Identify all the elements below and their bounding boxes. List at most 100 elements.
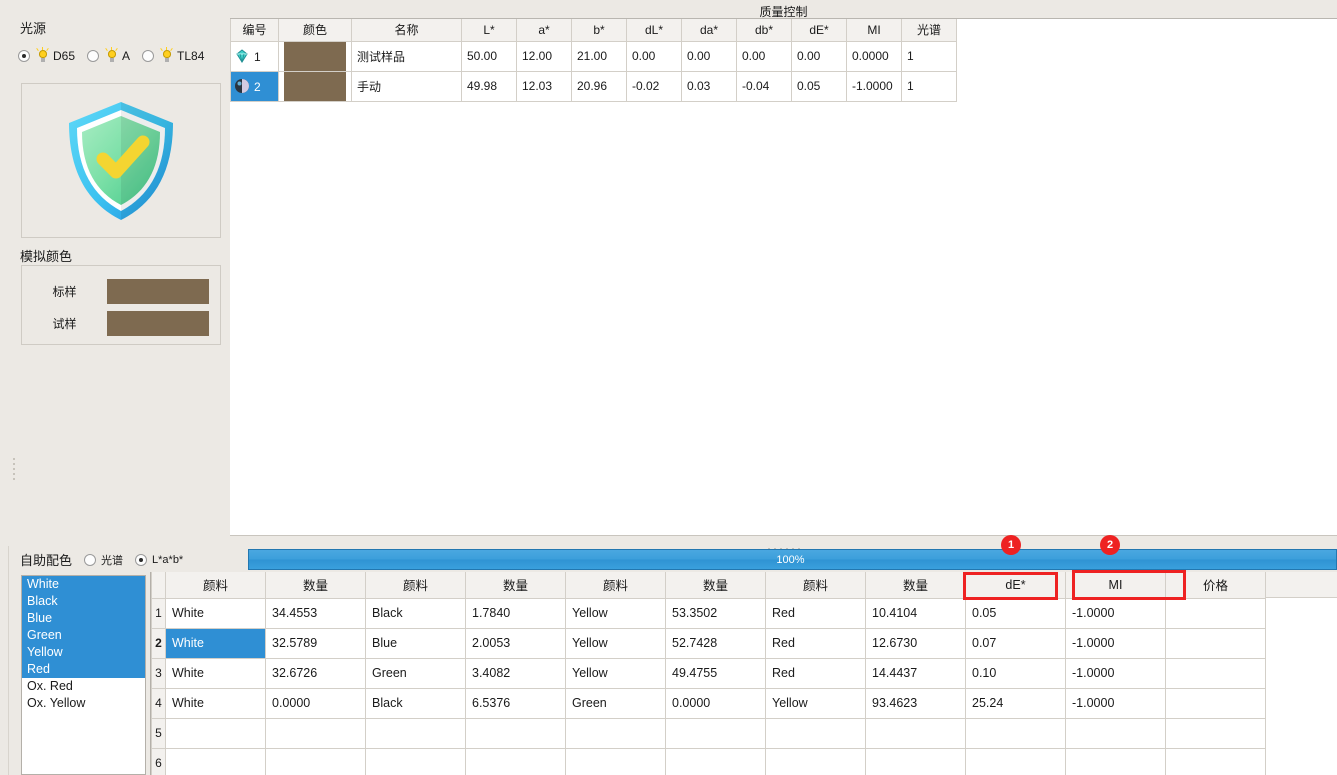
colorant-list-item[interactable]: Black — [22, 593, 145, 610]
formula-cell[interactable]: -1.0000 — [1066, 658, 1166, 688]
formula-cell[interactable]: 2.0053 — [466, 628, 566, 658]
qc-db-cell[interactable]: -0.04 — [737, 71, 792, 101]
formula-cell[interactable] — [266, 718, 366, 748]
formula-cell[interactable]: 1.7840 — [466, 598, 566, 628]
formula-cell[interactable] — [566, 748, 666, 775]
formula-cell[interactable]: Black — [366, 598, 466, 628]
formula-cell[interactable]: Yellow — [766, 688, 866, 718]
formula-cell[interactable]: 53.3502 — [666, 598, 766, 628]
formula-cell[interactable]: 25.24 — [966, 688, 1066, 718]
formula-column-header[interactable]: 数量 — [466, 572, 566, 598]
formula-cell[interactable] — [666, 718, 766, 748]
formula-cell[interactable]: 14.4437 — [866, 658, 966, 688]
formula-cell[interactable]: 32.6726 — [266, 658, 366, 688]
qc-da-cell[interactable]: 0.03 — [682, 71, 737, 101]
illuminant-option-tl84[interactable]: TL84 — [142, 48, 204, 64]
formula-cell[interactable] — [266, 748, 366, 775]
qc-a-cell[interactable]: 12.00 — [517, 41, 572, 71]
formula-cell[interactable]: 10.4104 — [866, 598, 966, 628]
qc-name-cell[interactable]: 手动 — [352, 71, 462, 101]
formula-cell[interactable]: White — [166, 628, 266, 658]
formula-cell[interactable]: Red — [766, 628, 866, 658]
formula-row-number[interactable]: 4 — [152, 688, 166, 718]
formula-row-number[interactable]: 2 — [152, 628, 166, 658]
formula-cell[interactable] — [766, 748, 866, 775]
qc-name-cell[interactable]: 测试样品 — [352, 41, 462, 71]
qc-column-header[interactable]: dE* — [792, 19, 847, 41]
qc-b-cell[interactable]: 21.00 — [572, 41, 627, 71]
formula-cell[interactable]: Yellow — [566, 658, 666, 688]
formula-column-header[interactable]: 颜料 — [366, 572, 466, 598]
colorant-list-item[interactable]: Yellow — [22, 644, 145, 661]
formula-row-number[interactable]: 5 — [152, 718, 166, 748]
qc-column-header[interactable]: db* — [737, 19, 792, 41]
colorant-list-item[interactable]: Green — [22, 627, 145, 644]
qc-column-header[interactable]: a* — [517, 19, 572, 41]
formula-cell[interactable]: 34.4553 — [266, 598, 366, 628]
qc-L-cell[interactable]: 49.98 — [462, 71, 517, 101]
formula-column-header[interactable]: 颜料 — [166, 572, 266, 598]
formula-cell[interactable] — [966, 718, 1066, 748]
formula-row-number[interactable]: 1 — [152, 598, 166, 628]
table-row[interactable]: 2手动49.9812.0320.96-0.020.03-0.040.05-1.0… — [231, 71, 957, 101]
formula-cell[interactable] — [866, 718, 966, 748]
formula-cell[interactable]: 0.0000 — [266, 688, 366, 718]
formula-cell[interactable] — [1166, 628, 1266, 658]
qc-column-header[interactable]: 颜色 — [279, 19, 352, 41]
formula-column-header[interactable]: 数量 — [266, 572, 366, 598]
formula-cell[interactable]: 12.6730 — [866, 628, 966, 658]
formula-cell[interactable] — [1166, 748, 1266, 775]
formula-column-header[interactable]: 价格 — [1166, 572, 1266, 598]
formula-cell[interactable] — [566, 718, 666, 748]
colorant-list-item[interactable]: Red — [22, 661, 145, 678]
formula-cell[interactable]: -1.0000 — [1066, 598, 1166, 628]
formula-cell[interactable]: -1.0000 — [1066, 628, 1166, 658]
formula-cell[interactable] — [166, 718, 266, 748]
qc-column-header[interactable]: b* — [572, 19, 627, 41]
qc-spectrum-cell[interactable]: 1 — [902, 41, 957, 71]
formula-cell[interactable]: White — [166, 598, 266, 628]
formula-cell[interactable] — [466, 718, 566, 748]
formula-cell[interactable]: 49.4755 — [666, 658, 766, 688]
horizontal-splitter-handle[interactable] — [230, 535, 1337, 549]
colorant-list-item[interactable]: Ox. Red — [22, 678, 145, 695]
colorant-list-item[interactable]: Ox. Yellow — [22, 695, 145, 712]
radio-indicator[interactable] — [142, 50, 154, 62]
qc-row-index-cell[interactable]: 1 — [231, 41, 279, 71]
formula-cell[interactable]: White — [166, 688, 266, 718]
qc-MI-cell[interactable]: 0.0000 — [847, 41, 902, 71]
table-row[interactable]: 5 — [152, 718, 1266, 748]
formula-column-header[interactable]: dE* — [966, 572, 1066, 598]
table-row[interactable]: 1White34.4553Black1.7840Yellow53.3502Red… — [152, 598, 1266, 628]
qc-L-cell[interactable]: 50.00 — [462, 41, 517, 71]
formula-cell[interactable]: Red — [766, 598, 866, 628]
formula-cell[interactable] — [366, 718, 466, 748]
formula-cell[interactable] — [1066, 748, 1166, 775]
formula-table[interactable]: 颜料数量颜料数量颜料数量颜料数量dE*MI价格 1White34.4553Bla… — [151, 572, 1266, 775]
formula-cell[interactable] — [166, 748, 266, 775]
qc-column-header[interactable]: 名称 — [352, 19, 462, 41]
qc-column-header[interactable]: 编号 — [231, 19, 279, 41]
qc-spectrum-cell[interactable]: 1 — [902, 71, 957, 101]
formula-column-header[interactable]: MI — [1066, 572, 1166, 598]
illuminant-option-a[interactable]: A — [87, 48, 130, 64]
qc-column-header[interactable]: L* — [462, 19, 517, 41]
formula-cell[interactable] — [366, 748, 466, 775]
formula-cell[interactable]: Blue — [366, 628, 466, 658]
formula-cell[interactable] — [1166, 688, 1266, 718]
formula-cell[interactable]: Red — [766, 658, 866, 688]
qc-column-header[interactable]: MI — [847, 19, 902, 41]
radio-indicator[interactable] — [84, 554, 96, 566]
formula-cell[interactable]: 0.10 — [966, 658, 1066, 688]
qc-row-index-cell[interactable]: 2 — [231, 71, 279, 101]
formula-cell[interactable]: 3.4082 — [466, 658, 566, 688]
formula-cell[interactable]: 93.4623 — [866, 688, 966, 718]
formula-cell[interactable]: White — [166, 658, 266, 688]
formula-row-number[interactable]: 3 — [152, 658, 166, 688]
formula-column-header[interactable]: 数量 — [666, 572, 766, 598]
formula-cell[interactable] — [1166, 658, 1266, 688]
vertical-splitter-handle[interactable] — [11, 455, 17, 485]
formula-cell[interactable] — [466, 748, 566, 775]
qc-MI-cell[interactable]: -1.0000 — [847, 71, 902, 101]
formula-cell[interactable]: 0.07 — [966, 628, 1066, 658]
